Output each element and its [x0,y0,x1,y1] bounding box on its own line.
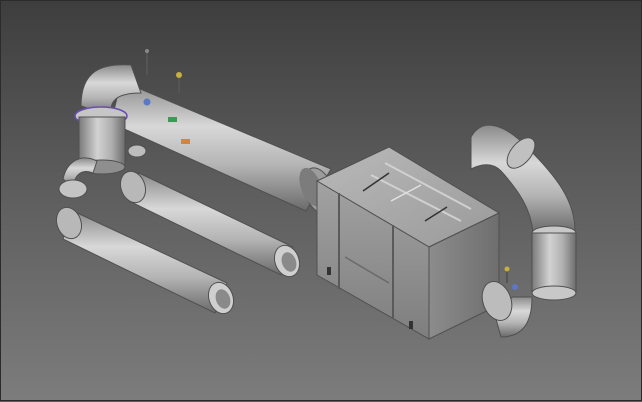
housing-unit[interactable] [315,146,501,340]
valve-yellow-icon[interactable] [176,72,182,93]
small-elbow[interactable] [58,157,98,199]
sensor-outlet-icon[interactable] [504,266,519,291]
valve-gray-icon[interactable] [145,49,149,75]
cad-viewport[interactable] [0,0,642,401]
valve-orange-icon[interactable] [181,139,190,144]
cad-assembly-scene[interactable] [1,1,642,402]
valve-green-icon[interactable] [168,117,177,122]
valve-blue-icon[interactable] [143,98,151,106]
